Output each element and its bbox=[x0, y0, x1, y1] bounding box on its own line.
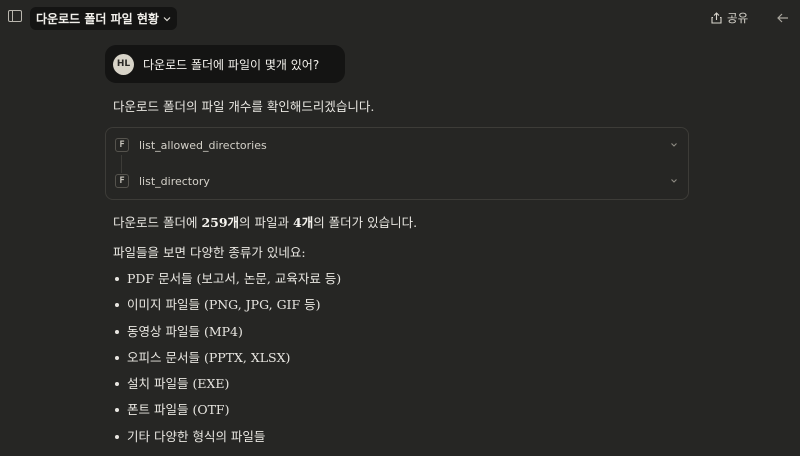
share-button[interactable]: 공유 bbox=[711, 10, 748, 26]
list-item: PDF 문서들 (보고서, 논문, 교육자료 등) bbox=[113, 268, 341, 294]
file-count: 259개 bbox=[201, 215, 240, 230]
tool-call-row[interactable]: F list_directory bbox=[115, 173, 678, 189]
share-icon bbox=[711, 12, 722, 24]
chevron-down-icon bbox=[163, 16, 171, 21]
conversation-title: 다운로드 폴더 파일 현황 bbox=[36, 12, 159, 26]
tool-call-name: list_allowed_directories bbox=[139, 138, 267, 152]
conversation-title-button[interactable]: 다운로드 폴더 파일 현황 bbox=[30, 7, 177, 30]
file-tool-icon: F bbox=[115, 174, 129, 188]
list-item: 이미지 파일들 (PNG, JPG, GIF 등) bbox=[113, 294, 341, 320]
share-label: 공유 bbox=[727, 11, 749, 25]
summary-middle: 의 파일과 bbox=[239, 215, 293, 230]
list-item: 동영상 파일들 (MP4) bbox=[113, 321, 341, 347]
tool-calls-panel: F list_allowed_directories F list_direct… bbox=[105, 127, 689, 200]
sidebar-toggle-icon[interactable] bbox=[8, 10, 22, 22]
list-item: 오피스 문서들 (PPTX, XLSX) bbox=[113, 347, 341, 373]
top-bar: 다운로드 폴더 파일 현황 공유 bbox=[0, 0, 800, 36]
chevron-down-icon bbox=[671, 143, 677, 147]
summary-prefix: 다운로드 폴더에 bbox=[113, 215, 202, 230]
arrow-left-icon[interactable] bbox=[776, 11, 790, 25]
folder-count: 4개 bbox=[293, 215, 314, 230]
list-item: 설치 파일들 (EXE) bbox=[113, 373, 341, 399]
summary-suffix: 의 폴더가 있습니다. bbox=[313, 215, 418, 230]
list-item: 폰트 파일들 (OTF) bbox=[113, 399, 341, 425]
avatar[interactable]: HL bbox=[113, 53, 134, 75]
file-types-list: PDF 문서들 (보고서, 논문, 교육자료 등) 이미지 파일들 (PNG, … bbox=[113, 268, 341, 452]
answer-summary: 다운로드 폴더에 259개의 파일과 4개의 폴더가 있습니다. bbox=[113, 212, 417, 231]
file-tool-icon: F bbox=[115, 138, 129, 152]
tool-call-name: list_directory bbox=[139, 174, 210, 188]
user-message-bubble: HL 다운로드 폴더에 파일이 몇개 있어? bbox=[105, 45, 345, 83]
assistant-intro-text: 다운로드 폴더의 파일 개수를 확인해드리겠습니다. bbox=[113, 99, 375, 114]
file-types-intro: 파일들을 보면 다양한 종류가 있네요: bbox=[113, 245, 306, 260]
tool-call-row[interactable]: F list_allowed_directories bbox=[115, 137, 678, 153]
list-item: 기타 다양한 형식의 파일들 bbox=[113, 426, 341, 452]
tool-connector-line bbox=[121, 155, 122, 173]
user-message-text: 다운로드 폴더에 파일이 몇개 있어? bbox=[143, 57, 320, 72]
chevron-down-icon bbox=[671, 179, 677, 183]
